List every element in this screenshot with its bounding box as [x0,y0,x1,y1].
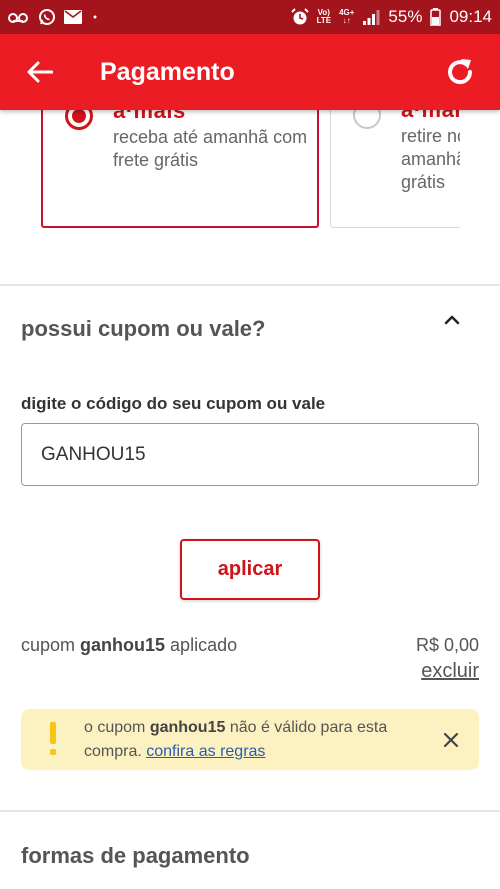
shipping-option-card[interactable]: a·mais retire no de amanhã frete grátis [330,110,460,228]
voicemail-icon [8,9,30,25]
alert-message: o cupom ganhou15 não é válido para esta … [84,716,414,764]
network-indicator: 4G+ ↓↑ [339,8,355,25]
close-icon [444,733,458,747]
applied-prefix: cupom [21,635,81,655]
collapse-button[interactable] [438,306,466,334]
refresh-button[interactable] [438,50,482,94]
battery-percent: 55% [388,7,423,26]
coupon-input[interactable] [21,423,479,486]
volte-indicator: Vo) LTE [317,9,332,25]
mail-icon [64,10,82,24]
chevron-up-icon [444,315,460,325]
arrow-left-icon [27,61,53,83]
page-title: Pagamento [100,57,235,86]
remove-coupon-link[interactable]: excluir [421,660,479,683]
dot-icon [90,12,100,22]
exclamation-icon [49,722,57,756]
alert-prefix: o cupom [84,719,150,736]
coupon-applied-text: cupom ganhou15 aplicado [21,635,237,656]
shipping-options: a·mais receba até amanhã com frete gráti… [0,110,460,230]
section-divider [0,810,500,812]
section-divider [0,284,500,286]
coupon-section-title: possui cupom ou vale? [21,316,266,341]
brand-logo: a·mais [113,110,186,123]
brand-logo: a·mais [401,110,460,123]
battery-icon [430,8,442,26]
signal-icon [362,9,380,25]
shipping-option-card[interactable]: a·mais receba até amanhã com frete gráti… [41,110,319,228]
status-bar: Vo) LTE 4G+ ↓↑ 55% 09:14 [0,0,500,34]
lte-label: LTE [316,16,332,25]
applied-suffix: aplicado [165,635,238,655]
coupon-field-label: digite o código do seu cupom ou vale [21,394,326,413]
payment-section-title: formas de pagamento [21,843,250,868]
alert-code: ganhou15 [149,719,226,736]
radio-selected[interactable] [65,110,93,130]
applied-code: ganhou15 [80,635,166,655]
app-bar: Pagamento [0,34,500,110]
close-alert-button[interactable] [439,728,463,752]
refresh-icon [448,59,473,85]
rules-link[interactable]: confira as regras [146,743,265,760]
clock: 09:14 [449,7,492,26]
alarm-icon [290,8,309,26]
apply-button[interactable]: aplicar [180,539,320,600]
whatsapp-icon [38,8,56,26]
coupon-discount-value: R$ 0,00 [415,635,479,655]
back-button[interactable] [20,52,60,92]
shipping-description: retire no de amanhã frete grátis [401,126,460,192]
radio-unselected[interactable] [353,110,381,129]
shipping-description: receba até amanhã com frete grátis [113,127,308,170]
network-type-label: 4G+ [339,8,355,17]
coupon-warning-alert: o cupom ganhou15 não é válido para esta … [21,709,479,770]
